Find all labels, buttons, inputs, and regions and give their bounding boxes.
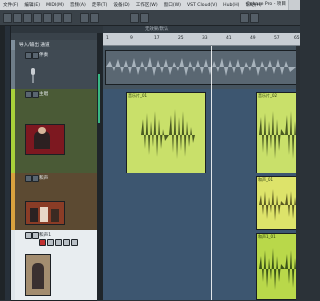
ruler-tick: 25	[178, 36, 184, 41]
color-button[interactable]	[140, 13, 149, 23]
grid-button[interactable]	[90, 13, 99, 23]
menu-hub[interactable]: Hub(H)	[220, 3, 242, 8]
zoom-tool-button[interactable]	[63, 13, 72, 23]
menu-transport[interactable]: 走带(T)	[89, 2, 111, 8]
playhead[interactable]	[211, 46, 212, 300]
audio-event-harmony[interactable]: 和声_01	[256, 176, 300, 230]
track-picture	[25, 124, 65, 155]
menu-audio[interactable]: 音频(A)	[67, 2, 89, 8]
menu-midi[interactable]: MIDI(M)	[43, 3, 67, 8]
mute-button[interactable]	[25, 232, 32, 239]
mixer-button[interactable]	[240, 13, 249, 23]
track-name: 伴奏	[39, 53, 49, 58]
track-color-bar	[11, 50, 15, 89]
track-picture	[25, 254, 51, 296]
track-name: 主唱	[39, 92, 49, 97]
glue-tool-button[interactable]	[43, 13, 52, 23]
split-tool-button[interactable]	[33, 13, 42, 23]
ruler-header: 无效果/默认	[103, 26, 300, 33]
record-button[interactable]	[39, 239, 46, 246]
track-header-harmony-1[interactable]: 和声1	[11, 230, 97, 301]
inspector-toggle-button[interactable]	[3, 13, 12, 23]
audio-event-lead-1[interactable]: 音乐片_01	[126, 92, 206, 174]
solo-button[interactable]	[32, 232, 39, 239]
meter-bar	[98, 74, 100, 123]
menu-workspace[interactable]: 工作区(W)	[133, 2, 161, 8]
tracklist-header	[11, 26, 103, 33]
waveform	[141, 109, 195, 159]
range-tool-button[interactable]	[23, 13, 32, 23]
quantize-button[interactable]	[130, 13, 139, 23]
microphone-icon	[31, 68, 35, 83]
singer-figure	[32, 263, 44, 289]
pointer-tool-button[interactable]	[13, 13, 22, 23]
settings-button[interactable]	[250, 13, 259, 23]
solo-button[interactable]	[32, 91, 39, 98]
ruler-tick: 1	[106, 36, 109, 41]
ruler-tick: 17	[154, 36, 160, 41]
menu-window[interactable]: 窗口(W)	[161, 2, 184, 8]
arrange-area[interactable]: 音乐片_01 音乐片_02 和声_01 和声1_01	[103, 46, 300, 300]
mute-button[interactable]	[25, 175, 32, 182]
waveform	[259, 248, 300, 290]
track-color-bar	[11, 40, 15, 50]
audio-event-backing[interactable]	[105, 50, 297, 85]
vertical-scrollbar[interactable]	[296, 46, 300, 300]
ruler-tick: 49	[250, 36, 256, 41]
app-title-suffix: - 项目	[273, 2, 286, 7]
ruler-tick: 57	[274, 36, 280, 41]
timeline-ruler[interactable]: 1 9 17 25 33 41 49 57 65	[103, 33, 300, 46]
read-button[interactable]	[55, 239, 62, 246]
waveform	[106, 57, 296, 76]
mute-button[interactable]	[25, 91, 32, 98]
solo-button[interactable]	[32, 52, 39, 59]
waveform	[259, 189, 300, 221]
mute-button[interactable]	[25, 52, 32, 59]
group-figure	[51, 209, 59, 222]
track-name: 和声1	[39, 233, 52, 238]
track-picture	[25, 201, 65, 225]
app-title-text: Cubase Pro	[246, 2, 273, 7]
close-button[interactable]	[288, 0, 300, 10]
audio-event-lead-2[interactable]: 音乐片_02	[256, 92, 300, 174]
solo-button[interactable]	[32, 175, 39, 182]
track-color-bar	[11, 230, 15, 300]
write-button[interactable]	[63, 239, 70, 246]
audio-event-harmony-1[interactable]: 和声1_01	[256, 233, 300, 300]
singer-face	[38, 127, 46, 134]
track-header-backing[interactable]: 伴奏	[11, 50, 97, 90]
monitor-button[interactable]	[47, 239, 54, 246]
track-name: 导入/输出 通道	[19, 43, 50, 48]
ruler-tick: 41	[226, 36, 232, 41]
ruler-header-label: 无效果/默认	[145, 27, 169, 32]
ruler-tick: 65	[294, 36, 300, 41]
window-controls	[288, 0, 300, 10]
menu-vst-cloud[interactable]: VST Cloud(V)	[184, 3, 220, 8]
snap-button[interactable]	[80, 13, 89, 23]
edit-button[interactable]	[71, 239, 78, 246]
ruler-tick: 9	[130, 36, 133, 41]
ruler-tick: 33	[202, 36, 208, 41]
group-figure	[40, 207, 48, 222]
track-header-lead-vocal[interactable]: 主唱	[11, 89, 97, 174]
erase-tool-button[interactable]	[53, 13, 62, 23]
group-figure	[30, 208, 38, 222]
track-header-harmony[interactable]: 和声	[11, 173, 97, 231]
menu-devices[interactable]: 设备(D)	[110, 2, 132, 8]
toolbar	[0, 10, 300, 26]
menu-edit[interactable]: 编辑(E)	[21, 2, 43, 8]
app-title: Cubase Pro - 项目	[246, 1, 286, 7]
track-color-bar	[11, 89, 15, 173]
track-name: 和声	[39, 176, 49, 181]
menu-file[interactable]: 文件(F)	[0, 2, 21, 8]
track-color-bar	[11, 173, 15, 230]
waveform	[259, 111, 300, 159]
